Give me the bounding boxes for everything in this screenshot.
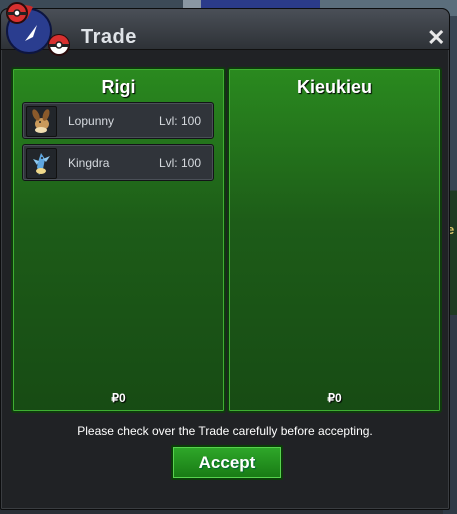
close-button[interactable]: ✕ (427, 27, 445, 49)
item-level: Lvl: 100 (158, 114, 201, 128)
trade-panel-self: Rigi Lopunny Lvl: 100 Kingdra Lvl: 100 ₽… (11, 67, 226, 413)
accept-button[interactable]: Accept (171, 445, 283, 480)
item-name: Kingdra (68, 156, 110, 170)
trade-item[interactable]: Lopunny Lvl: 100 (22, 102, 214, 139)
window-title: Trade (81, 26, 137, 48)
trade-warning-text: Please check over the Trade carefully be… (77, 424, 373, 438)
trade-window: Trade ✕ Rigi Lopunny Lvl: 100 Kingdra Lv… (0, 2, 450, 510)
trade-logo-icon (6, 2, 70, 56)
kingdra-sprite-icon (26, 148, 57, 179)
panel-owner-name: Rigi (101, 77, 136, 97)
item-name: Lopunny (68, 114, 115, 128)
trade-item[interactable]: Kingdra Lvl: 100 (22, 144, 214, 181)
money-amount: ₽0 (327, 391, 342, 405)
lopunny-sprite-icon (26, 106, 57, 137)
trade-panel-partner: Kieukieu ₽0 (227, 67, 442, 413)
item-level: Lvl: 100 (158, 156, 201, 170)
money-amount: ₽0 (111, 391, 126, 405)
panel-owner-name: Kieukieu (296, 77, 373, 97)
